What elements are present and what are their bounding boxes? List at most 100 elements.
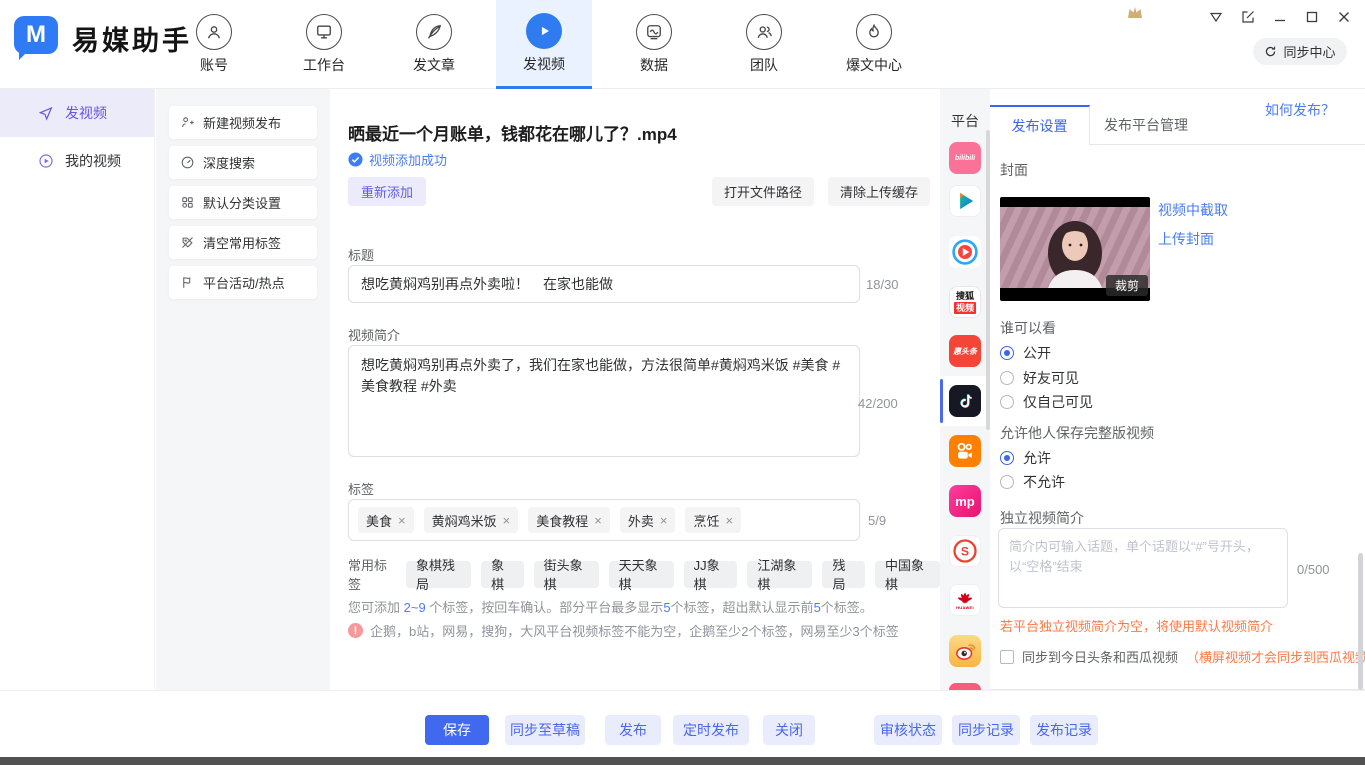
minimize-icon[interactable] — [1271, 8, 1289, 26]
independent-desc-textarea[interactable] — [998, 528, 1288, 608]
feedback-icon[interactable] — [1239, 8, 1257, 26]
vip-crown-icon — [1126, 5, 1144, 20]
tag-chip[interactable]: 美食教程× — [528, 507, 610, 533]
sync-center-button[interactable]: 同步中心 — [1253, 38, 1347, 65]
how-to-publish-link[interactable]: 如何发布？ — [1265, 100, 1335, 120]
remove-tag-icon[interactable]: × — [398, 513, 406, 528]
theme-icon[interactable] — [1207, 8, 1225, 26]
readd-video-button[interactable]: 重新添加 — [348, 177, 426, 206]
clear-upload-cache-button[interactable]: 清除上传缓存 — [828, 177, 930, 206]
remove-tag-icon[interactable]: × — [503, 513, 511, 528]
publish-records-button[interactable]: 发布记录 — [1030, 715, 1098, 745]
schedule-publish-button[interactable]: 定时发布 — [673, 715, 749, 745]
independent-desc-label: 独立视频简介 — [1000, 508, 1084, 528]
radio-off-icon[interactable] — [1000, 395, 1014, 409]
huawei-icon: HUAWEI — [949, 584, 981, 616]
sidebar-item-publish-video[interactable]: 发视频 — [0, 89, 154, 137]
tag-chip[interactable]: 美食× — [358, 507, 414, 533]
platform-haokan-video[interactable] — [940, 227, 990, 277]
common-tag-chip[interactable]: 象棋残局 — [406, 561, 471, 588]
remove-tag-icon[interactable]: × — [660, 513, 668, 528]
logo-icon: M — [14, 16, 58, 60]
common-tag-chip[interactable]: 残局 — [822, 561, 865, 588]
close-icon[interactable] — [1335, 8, 1353, 26]
publish-settings-panel: 发布设置 发布平台管理 如何发布？ 封面 裁剪 视频中截取 上传封面 谁可以看 — [990, 89, 1365, 690]
open-file-path-button[interactable]: 打开文件路径 — [712, 177, 814, 206]
tag-chip[interactable]: 黄焖鸡米饭× — [424, 507, 519, 533]
common-tag-chip[interactable]: 街头象棋 — [534, 561, 599, 588]
radio-public[interactable]: 公开 — [1000, 343, 1051, 363]
platform-partial-icon[interactable] — [949, 683, 981, 690]
common-tag-chip[interactable]: JJ象棋 — [684, 561, 738, 588]
new-video-publish-button[interactable]: 新建视频发布 — [169, 106, 317, 139]
save-button[interactable]: 保存 — [425, 715, 489, 745]
nav-workbench[interactable]: 工作台 — [276, 0, 372, 89]
douyin-icon — [949, 385, 981, 417]
description-textarea[interactable]: 想吃黄焖鸡别再点外卖了，我们在家也能做，方法很简单#黄焖鸡米饭 #美食 #美食教… — [348, 345, 860, 457]
remove-tag-icon[interactable]: × — [594, 513, 602, 528]
nav-team[interactable]: 团队 — [716, 0, 812, 89]
platform-huawei[interactable]: HUAWEI — [940, 575, 990, 625]
radio-private[interactable]: 仅自己可见 — [1000, 392, 1093, 412]
cover-thumbnail[interactable]: 裁剪 — [1000, 197, 1150, 301]
radio-friends-only[interactable]: 好友可见 — [1000, 368, 1079, 388]
radio-on-icon[interactable] — [1000, 451, 1014, 465]
nav-video[interactable]: 发视频 — [496, 0, 592, 89]
common-tag-chip[interactable]: 中国象棋 — [875, 561, 940, 588]
crop-button[interactable]: 裁剪 — [1106, 275, 1148, 296]
svg-text:S: S — [961, 544, 969, 558]
radio-on-icon[interactable] — [1000, 346, 1014, 360]
deep-search-button[interactable]: 深度搜索 — [169, 146, 317, 179]
platform-kuaishou[interactable] — [940, 426, 990, 476]
checkbox-unchecked-icon[interactable] — [1000, 650, 1014, 664]
radio-disallow[interactable]: 不允许 — [1000, 472, 1065, 492]
platform-meipai[interactable]: mp — [940, 476, 990, 526]
tags-input[interactable]: 美食× 黄焖鸡米饭× 美食教程× 外卖× 烹饪× — [348, 499, 860, 541]
sync-to-draft-button[interactable]: 同步至草稿 — [505, 715, 585, 745]
title-label: 标题 — [348, 245, 374, 264]
sync-records-button[interactable]: 同步记录 — [952, 715, 1020, 745]
tag-chip[interactable]: 烹饪× — [685, 507, 741, 533]
platform-sogou[interactable]: S — [940, 526, 990, 576]
nav-hot-center[interactable]: 爆文中心 — [826, 0, 922, 89]
radio-off-icon[interactable] — [1000, 475, 1014, 489]
play-icon — [526, 13, 562, 49]
radio-allow[interactable]: 允许 — [1000, 448, 1051, 468]
common-tag-chip[interactable]: 象棋 — [481, 561, 524, 588]
audit-status-button[interactable]: 审核状态 — [874, 715, 942, 745]
platform-column-label: 平台 — [940, 111, 990, 131]
panel-scrollbar[interactable] — [1358, 553, 1363, 690]
tag-chip[interactable]: 外卖× — [620, 507, 676, 533]
team-icon — [746, 14, 782, 50]
maximize-icon[interactable] — [1303, 8, 1321, 26]
close-button[interactable]: 关闭 — [763, 715, 815, 745]
common-tag-chip[interactable]: 江湖象棋 — [747, 561, 812, 588]
nav-data[interactable]: 数据 — [606, 0, 702, 89]
remove-tag-icon[interactable]: × — [725, 513, 733, 528]
capture-from-video-link[interactable]: 视频中截取 — [1158, 200, 1228, 220]
sync-toutiao-checkbox-row[interactable]: 同步到今日头条和西瓜视频（横屏视频才会同步到西瓜视频） — [1000, 647, 1365, 666]
default-category-button[interactable]: 默认分类设置 — [169, 186, 317, 219]
platform-huitoutiao[interactable]: 惠头条 — [940, 326, 990, 376]
video-filename: 晒最近一个月账单，钱都花在哪儿了？.mp4 — [348, 120, 677, 145]
platform-sohu-video[interactable]: 搜狐 视频 — [940, 277, 990, 327]
refresh-icon — [1264, 45, 1277, 58]
platform-weibo[interactable] — [940, 626, 990, 676]
tab-platform-management[interactable]: 发布平台管理 — [1090, 105, 1202, 145]
title-input[interactable] — [348, 265, 860, 303]
sidebar-item-my-videos[interactable]: 我的视频 — [0, 137, 154, 185]
clear-common-tags-button[interactable]: 清空常用标签 — [169, 226, 317, 259]
platform-tencent-video[interactable] — [940, 176, 990, 226]
nav-article[interactable]: 发文章 — [386, 0, 482, 89]
platform-activity-button[interactable]: 平台活动/热点 — [169, 266, 317, 299]
publish-button[interactable]: 发布 — [605, 715, 661, 745]
cover-label: 封面 — [1000, 160, 1028, 180]
common-tag-chip[interactable]: 天天象棋 — [609, 561, 674, 588]
play-circle-icon — [38, 153, 54, 169]
platform-douyin-selected[interactable] — [940, 376, 990, 426]
radio-off-icon[interactable] — [1000, 371, 1014, 385]
tags-platform-notice: ! 企鹅，b站，网易，搜狗，大风平台视频标签不能为空，企鹅至少2个标签，网易至少… — [348, 621, 899, 640]
upload-cover-link[interactable]: 上传封面 — [1158, 229, 1214, 249]
tab-publish-settings[interactable]: 发布设置 — [990, 105, 1090, 145]
nav-account[interactable]: 账号 — [166, 0, 262, 89]
